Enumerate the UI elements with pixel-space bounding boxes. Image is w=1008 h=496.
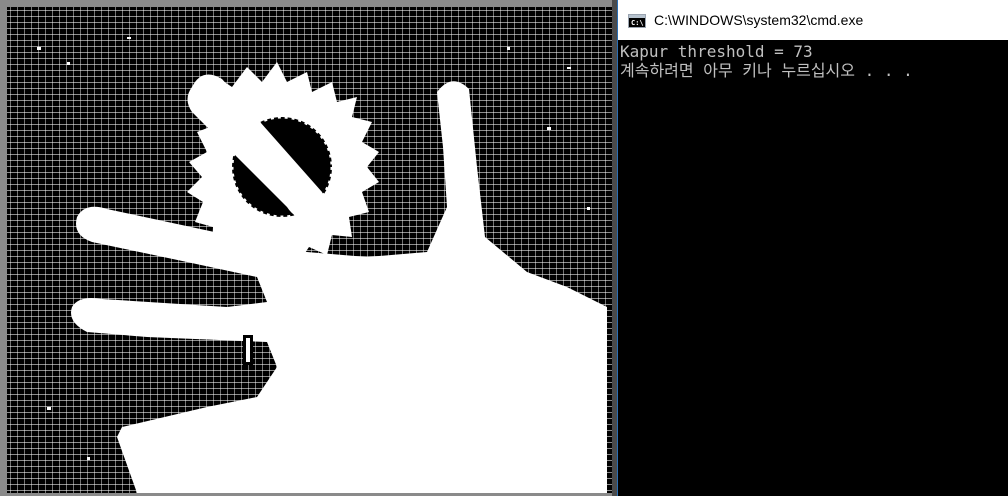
console-output[interactable]: Kapur threshold = 73 계속하려면 아무 키나 누르십시오 .… [620,42,1008,496]
console-window[interactable]: C:\ C:\WINDOWS\system32\cmd.exe Kapur th… [617,0,1008,496]
image-window [0,0,614,496]
thresholded-image [7,7,612,493]
console-line-prompt: 계속하려면 아무 키나 누르십시오 . . . [620,61,913,80]
hand-silhouette [37,37,607,493]
console-line-threshold: Kapur threshold = 73 [620,42,813,61]
console-titlebar[interactable]: C:\ C:\WINDOWS\system32\cmd.exe [618,0,1008,40]
cmd-icon: C:\ [628,14,646,28]
console-title: C:\WINDOWS\system32\cmd.exe [654,12,864,28]
